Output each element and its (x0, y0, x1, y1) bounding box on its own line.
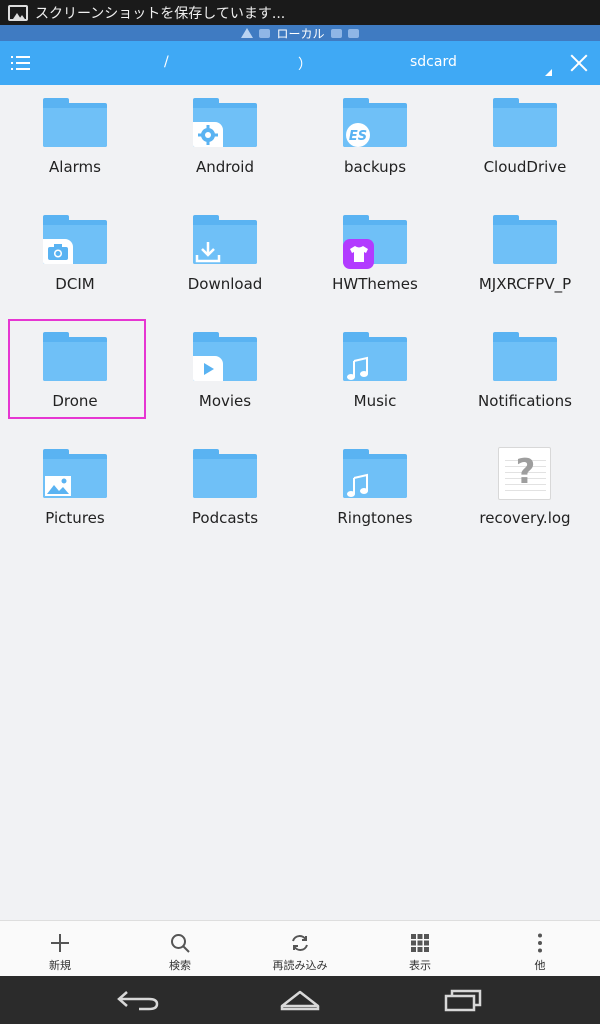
folder-icon (343, 449, 407, 498)
selection-highlight (8, 319, 146, 419)
download-icon (193, 239, 223, 264)
file-label: Movies (198, 392, 252, 410)
file-label: HWThemes (332, 275, 418, 293)
status-message: スクリーンショットを保存しています... (35, 5, 286, 22)
close-icon[interactable] (568, 52, 590, 74)
folder-notifications[interactable]: Notifications (450, 319, 600, 436)
home-icon (241, 28, 254, 38)
music-note-icon (343, 473, 373, 498)
reload-label: 再読み込み (272, 959, 328, 972)
refresh-icon (292, 935, 308, 951)
file-label: CloudDrive (483, 158, 567, 176)
more-label: 他 (534, 959, 546, 972)
path-toolbar: / ） sdcard (0, 41, 600, 85)
search-icon (171, 934, 190, 953)
folder-android[interactable]: Android (150, 85, 300, 202)
folder-icon (193, 215, 257, 264)
home-nav-icon[interactable] (265, 984, 335, 1016)
folder-icon: ES (343, 98, 407, 147)
file-label: Download (187, 275, 263, 293)
reload-button[interactable]: 再読み込み (240, 921, 360, 977)
new-label: 新規 (49, 959, 71, 972)
menu-icon[interactable] (10, 54, 32, 72)
file-label: recovery.log (479, 509, 571, 527)
screenshot-icon (8, 4, 28, 21)
folder-icon (43, 98, 107, 147)
folder-music[interactable]: Music (300, 319, 450, 436)
folder-backups[interactable]: ES backups (300, 85, 450, 202)
folder-alarms[interactable]: Alarms (0, 85, 150, 202)
back-icon[interactable] (103, 984, 173, 1016)
file-label: DCIM (55, 275, 95, 293)
folder-pictures[interactable]: Pictures (0, 436, 150, 553)
current-folder-label[interactable]: sdcard (410, 54, 457, 70)
folder-download[interactable]: Download (150, 202, 300, 319)
folder-icon (193, 332, 257, 381)
folder-icon (43, 215, 107, 264)
path-root-separator[interactable]: / (164, 54, 169, 70)
more-vertical-icon (538, 933, 542, 953)
folder-icon (193, 449, 257, 498)
folder-mjxrcfpv[interactable]: MJXRCFPV_P (450, 202, 600, 319)
path-dropdown-icon[interactable] (545, 69, 552, 76)
file-label: Music (353, 392, 397, 410)
plus-icon (51, 934, 69, 952)
recent-apps-icon[interactable] (428, 984, 498, 1016)
local-storage-icon (259, 28, 271, 38)
storage-indicator: ローカル (0, 25, 600, 41)
folder-icon (43, 449, 107, 498)
unknown-file-icon: ? (498, 447, 551, 500)
folder-hwthemes[interactable]: HWThemes (300, 202, 450, 319)
svg-text:ES: ES (349, 129, 367, 144)
es-logo-icon: ES (343, 122, 373, 147)
folder-dcim[interactable]: DCIM (0, 202, 150, 319)
music-note-icon (343, 356, 373, 381)
storage-label: ローカル (276, 26, 325, 41)
file-label: Pictures (45, 509, 105, 527)
folder-podcasts[interactable]: Podcasts (150, 436, 300, 553)
file-label: Notifications (478, 392, 572, 410)
file-label: Alarms (49, 158, 101, 176)
file-label: MJXRCFPV_P (478, 275, 572, 293)
network-icon (330, 28, 342, 38)
more-button[interactable]: 他 (480, 921, 600, 977)
file-label: Android (196, 158, 254, 176)
play-icon (193, 356, 223, 381)
window-icon (347, 28, 359, 38)
search-label: 検索 (169, 959, 191, 972)
folder-ringtones[interactable]: Ringtones (300, 436, 450, 553)
folder-movies[interactable]: Movies (150, 319, 300, 436)
new-button[interactable]: 新規 (0, 921, 120, 977)
search-button[interactable]: 検索 (120, 921, 240, 977)
path-segment[interactable]: ） (298, 54, 312, 74)
file-label: Podcasts (191, 509, 259, 527)
status-bar: スクリーンショットを保存しています... (0, 0, 600, 25)
bottom-action-bar: 新規 検索 再読み込み 表示 他 (0, 920, 600, 976)
folder-icon (493, 332, 557, 381)
folder-icon (343, 215, 407, 269)
view-button[interactable]: 表示 (360, 921, 480, 977)
folder-icon (493, 98, 557, 147)
system-nav-bar (0, 976, 600, 1024)
grid-view-icon (411, 934, 429, 952)
file-label: backups (343, 158, 407, 176)
file-label: Ringtones (337, 509, 413, 527)
folder-icon (493, 215, 557, 264)
folder-clouddrive[interactable]: CloudDrive (450, 85, 600, 202)
folder-icon (193, 98, 257, 147)
view-label: 表示 (409, 959, 431, 972)
camera-icon (43, 239, 73, 264)
picture-icon (43, 473, 73, 498)
folder-icon (343, 332, 407, 381)
gear-icon (193, 122, 223, 147)
theme-shirt-icon (343, 239, 374, 269)
